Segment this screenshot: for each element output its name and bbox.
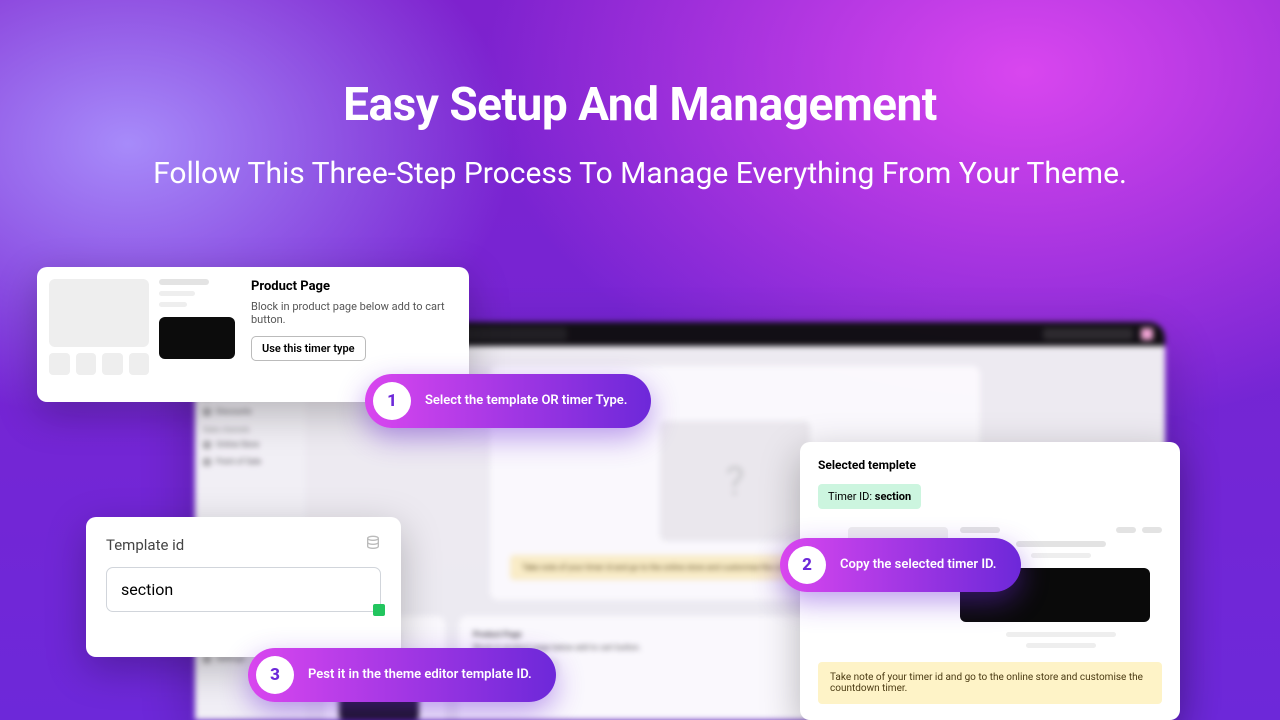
step-text: Select the template OR timer Type. xyxy=(425,393,627,409)
database-icon xyxy=(365,535,381,555)
input-label: Template id xyxy=(106,536,184,554)
step-text: Pest it in the theme editor template ID. xyxy=(308,667,532,683)
template-id-card: Template id xyxy=(86,517,401,657)
placeholder-icon: ? xyxy=(660,421,810,541)
page-title: Easy Setup And Management xyxy=(0,78,1280,132)
step-number: 1 xyxy=(373,382,411,420)
timer-block-preview xyxy=(159,317,235,359)
page-subtitle: Follow This Three-Step Process To Manage… xyxy=(0,152,1280,196)
timer-id-chip: Timer ID: section xyxy=(818,484,921,509)
card-description: Block in product page below add to cart … xyxy=(251,300,457,326)
use-timer-type-button[interactable]: Use this timer type xyxy=(251,336,366,361)
template-id-input[interactable] xyxy=(106,567,381,612)
card-heading: Product Page xyxy=(251,279,457,294)
step-number: 3 xyxy=(256,656,294,694)
step-text: Copy the selected timer ID. xyxy=(840,557,997,573)
step-number: 2 xyxy=(788,546,826,584)
step-3-pill: 3 Pest it in the theme editor template I… xyxy=(248,648,556,702)
step-2-pill: 2 Copy the selected timer ID. xyxy=(780,538,1021,592)
resize-handle[interactable] xyxy=(373,604,385,616)
avatar xyxy=(1141,328,1153,340)
card-heading: Selected templete xyxy=(818,458,1162,472)
image-placeholder xyxy=(49,279,149,347)
info-banner: Take note of your timer id and go to the… xyxy=(818,662,1162,704)
step-1-pill: 1 Select the template OR timer Type. xyxy=(365,374,651,428)
